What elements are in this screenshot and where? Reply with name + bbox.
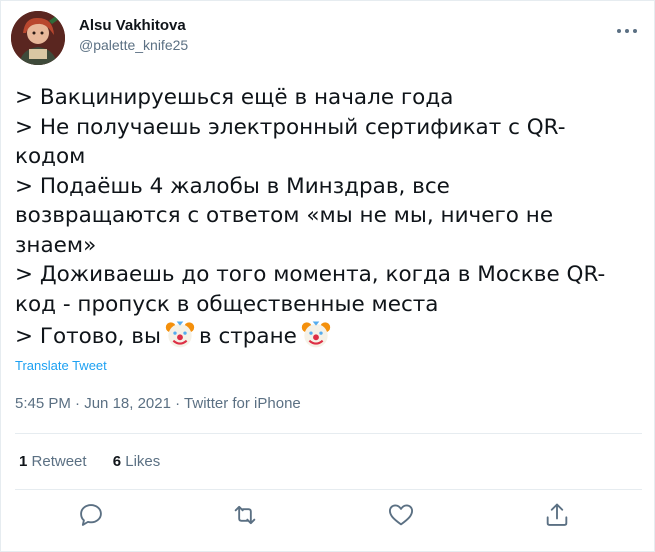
- tweet-line: знаем»: [15, 232, 97, 258]
- share-button[interactable]: [543, 501, 571, 529]
- like-button[interactable]: [387, 501, 415, 529]
- user-handle[interactable]: @palette_knife25: [79, 35, 188, 55]
- tweet-meta: 5:45 PM · Jun 18, 2021 · Twitter for iPh…: [15, 395, 301, 412]
- retweets-stat[interactable]: 1 Retweet: [19, 453, 87, 470]
- tweet-line: > Доживаешь до того момента, когда в Мос…: [15, 262, 606, 287]
- tweet-line: возвращаются с ответом «мы не мы, ничего…: [15, 203, 554, 228]
- tweet-line-part: > Готово, вы: [15, 324, 161, 349]
- user-block[interactable]: Alsu Vakhitova @palette_knife25: [79, 17, 188, 55]
- clown-face-icon: [165, 321, 195, 348]
- heart-icon: [388, 504, 414, 526]
- tweet-time[interactable]: 5:45 PM: [15, 395, 71, 412]
- tweet-line: > Не получаешь электронный сертификат с …: [15, 114, 566, 140]
- tweet-line-last: > Готово, вы в стране: [15, 319, 635, 352]
- tweet-line-part: в стране: [198, 324, 297, 349]
- translate-tweet-link[interactable]: Translate Tweet: [15, 358, 107, 373]
- meta-separator: ·: [175, 395, 181, 412]
- meta-separator: ·: [75, 395, 81, 412]
- tweet-header: Alsu Vakhitova @palette_knife25: [11, 11, 641, 67]
- tweet-actions: [1, 501, 654, 533]
- retweet-icon: [234, 505, 256, 525]
- tweet-card: Alsu Vakhitova @palette_knife25 > Вакцин…: [0, 0, 655, 552]
- reply-button[interactable]: [77, 501, 105, 529]
- likes-count: 6: [112, 453, 122, 470]
- tweet-line: кодом: [15, 144, 86, 169]
- tweet-line: код - пропуск в общественные места: [15, 291, 439, 317]
- tweet-line: > Вакцинируешься ещё в начале года: [15, 85, 454, 110]
- retweets-count: 1: [19, 453, 28, 470]
- likes-label: Likes: [125, 453, 161, 470]
- tweet-source[interactable]: Twitter for iPhone: [184, 395, 301, 412]
- tweet-date[interactable]: Jun 18, 2021: [84, 395, 171, 412]
- display-name[interactable]: Alsu Vakhitova: [79, 17, 188, 35]
- tweet-line: > Подаёшь 4 жалобы в Минздрав, все: [15, 173, 450, 199]
- likes-stat[interactable]: 6 Likes: [113, 453, 161, 470]
- clown-face-icon: [301, 321, 331, 348]
- divider: [15, 489, 642, 490]
- share-icon: [546, 503, 568, 526]
- retweet-button[interactable]: [231, 501, 259, 529]
- more-icon: [617, 29, 637, 33]
- avatar-image: [11, 11, 65, 65]
- divider: [15, 433, 642, 434]
- avatar[interactable]: [11, 11, 65, 65]
- reply-icon: [80, 504, 102, 526]
- more-options-button[interactable]: [613, 21, 641, 41]
- tweet-stats: 1 Retweet 6 Likes: [19, 453, 182, 470]
- retweets-label: Retweet: [31, 453, 87, 470]
- tweet-text: > Вакцинируешься ещё в начале года > Не …: [15, 83, 635, 352]
